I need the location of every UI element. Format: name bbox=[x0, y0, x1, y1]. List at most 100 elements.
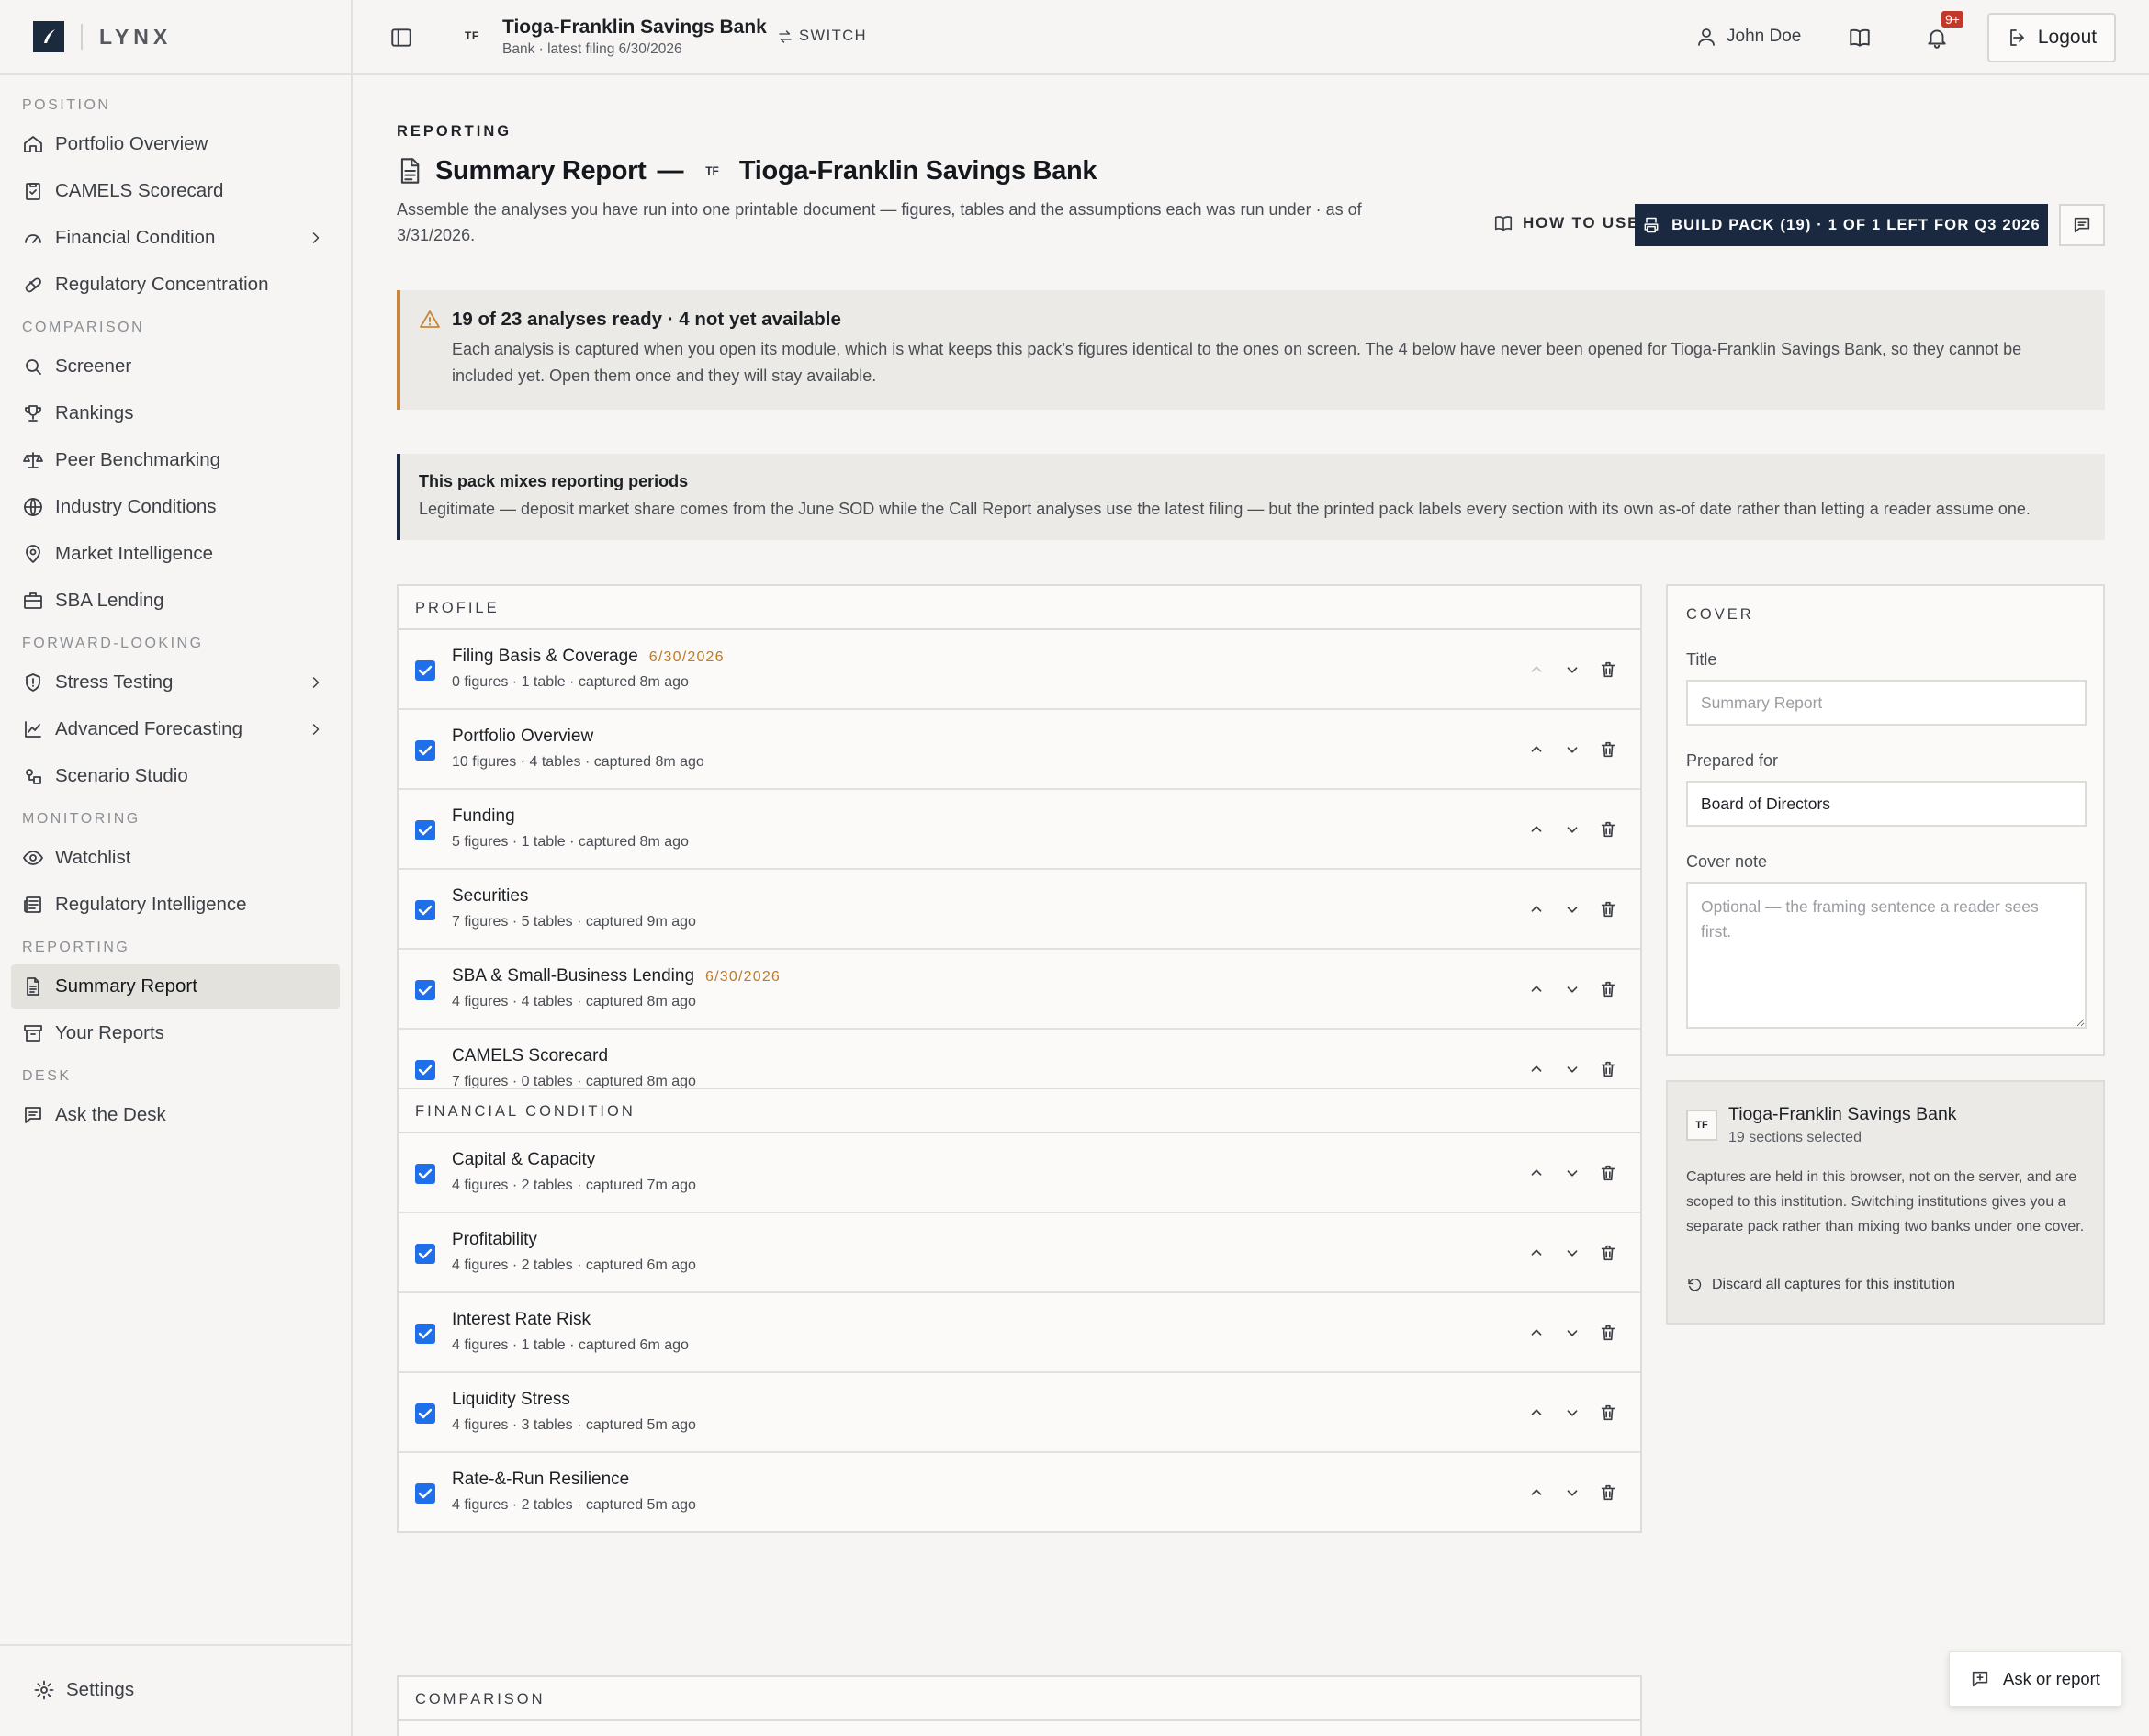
build-pack-button[interactable]: BUILD PACK (19) · 1 OF 1 LEFT FOR Q3 202… bbox=[1635, 204, 2048, 246]
bell-icon[interactable] bbox=[1925, 26, 1949, 50]
move-down-icon[interactable] bbox=[1562, 1163, 1582, 1183]
include-checkbox[interactable] bbox=[415, 820, 435, 840]
sidebar-item-screener[interactable]: Screener bbox=[11, 344, 340, 389]
trash-icon[interactable] bbox=[1598, 1403, 1618, 1423]
move-down-icon[interactable] bbox=[1562, 1403, 1582, 1423]
include-checkbox[interactable] bbox=[415, 740, 435, 761]
sidebar-item-rankings[interactable]: Rankings bbox=[11, 391, 340, 435]
move-down-icon[interactable] bbox=[1562, 1482, 1582, 1503]
move-up-icon[interactable] bbox=[1526, 899, 1547, 919]
eye-icon bbox=[23, 851, 43, 865]
move-up-icon[interactable] bbox=[1526, 1403, 1547, 1423]
institution-badge: TF bbox=[1686, 1110, 1717, 1141]
analysis-detail: 4 figures · 2 tables · captured 6m ago bbox=[452, 1257, 696, 1273]
discard-captures-button[interactable]: Discard all captures for this institutio… bbox=[1686, 1277, 1955, 1293]
sidebar-item-financial-condition[interactable]: Financial Condition bbox=[11, 216, 340, 260]
briefcase-icon bbox=[24, 592, 42, 609]
include-checkbox[interactable] bbox=[415, 1483, 435, 1504]
sidebar-item-summary-report[interactable]: Summary Report bbox=[11, 964, 340, 1009]
trophy-icon bbox=[25, 405, 41, 422]
sidebar-toggle-icon[interactable] bbox=[389, 26, 413, 50]
sidebar-item-advanced-forecasting[interactable]: Advanced Forecasting bbox=[11, 707, 340, 751]
switch-institution-button[interactable]: SWITCH bbox=[777, 28, 867, 45]
move-up-icon[interactable] bbox=[1526, 1059, 1547, 1079]
move-up-icon[interactable] bbox=[1526, 1482, 1547, 1503]
sidebar-item-your-reports[interactable]: Your Reports bbox=[11, 1011, 340, 1055]
move-down-icon[interactable] bbox=[1562, 899, 1582, 919]
sidebar-item-industry-conditions[interactable]: Industry Conditions bbox=[11, 485, 340, 529]
include-checkbox[interactable] bbox=[415, 1060, 435, 1080]
book-icon[interactable] bbox=[1848, 26, 1872, 50]
prepared-for-input[interactable] bbox=[1686, 781, 2087, 827]
move-down-icon[interactable] bbox=[1562, 1323, 1582, 1343]
page-description: Assemble the analyses you have run into … bbox=[397, 200, 1362, 244]
move-down-icon[interactable] bbox=[1562, 1243, 1582, 1263]
trash-icon[interactable] bbox=[1598, 979, 1618, 999]
include-checkbox[interactable] bbox=[415, 1403, 435, 1424]
include-checkbox[interactable] bbox=[415, 1164, 435, 1184]
sidebar-item-sba-lending[interactable]: SBA Lending bbox=[11, 579, 340, 623]
include-checkbox[interactable] bbox=[415, 660, 435, 681]
analysis-detail: 0 figures · 1 table · captured 8m ago bbox=[452, 674, 689, 690]
nav-section-heading: POSITION bbox=[22, 97, 111, 113]
move-down-icon[interactable] bbox=[1562, 739, 1582, 760]
check-icon bbox=[418, 745, 433, 756]
message-plus-icon bbox=[1972, 1671, 1988, 1687]
logout-button[interactable]: Logout bbox=[1987, 13, 2116, 62]
home-icon bbox=[24, 136, 42, 152]
sidebar-item-regulatory-concentration[interactable]: Regulatory Concentration bbox=[11, 263, 340, 307]
move-up-icon[interactable] bbox=[1526, 819, 1547, 840]
analysis-name-line: Interest Rate Risk bbox=[452, 1310, 591, 1330]
move-up-icon[interactable] bbox=[1526, 1323, 1547, 1343]
sidebar-item-peer-benchmarking[interactable]: Peer Benchmarking bbox=[11, 438, 340, 482]
document-icon bbox=[400, 158, 420, 184]
move-down-icon[interactable] bbox=[1562, 819, 1582, 840]
chevron-right-icon bbox=[312, 724, 320, 735]
institution-badge: TF bbox=[465, 29, 479, 42]
sidebar-item-camels-scorecard[interactable]: CAMELS Scorecard bbox=[11, 169, 340, 213]
sidebar-item-stress-testing[interactable]: Stress Testing bbox=[11, 660, 340, 705]
move-up-icon[interactable] bbox=[1526, 739, 1547, 760]
trash-icon[interactable] bbox=[1598, 1323, 1618, 1343]
settings-link[interactable]: Settings bbox=[33, 1679, 134, 1701]
sidebar-item-scenario-studio[interactable]: Scenario Studio bbox=[11, 754, 340, 798]
trash-icon[interactable] bbox=[1598, 659, 1618, 680]
sidebar-item-regulatory-intelligence[interactable]: Regulatory Intelligence bbox=[11, 883, 340, 927]
trash-icon[interactable] bbox=[1598, 739, 1618, 760]
sidebar-item-market-intelligence[interactable]: Market Intelligence bbox=[11, 532, 340, 576]
warning-body: Each analysis is captured when you open … bbox=[452, 340, 2022, 385]
include-checkbox[interactable] bbox=[415, 980, 435, 1000]
analysis-name: Portfolio Overview bbox=[452, 727, 594, 746]
move-down-icon[interactable] bbox=[1562, 659, 1582, 680]
cover-note-textarea[interactable] bbox=[1686, 882, 2087, 1029]
cover-title-input[interactable] bbox=[1686, 680, 2087, 726]
trash-icon[interactable] bbox=[1598, 899, 1618, 919]
trash-icon[interactable] bbox=[1598, 1482, 1618, 1503]
sidebar-item-watchlist[interactable]: Watchlist bbox=[11, 836, 340, 880]
include-checkbox[interactable] bbox=[415, 1324, 435, 1344]
cover-note-label: Cover note bbox=[1686, 852, 1768, 871]
move-down-icon[interactable] bbox=[1562, 979, 1582, 999]
trash-icon[interactable] bbox=[1598, 819, 1618, 840]
analysis-name: Profitability bbox=[452, 1230, 537, 1249]
user-menu[interactable]: John Doe bbox=[1695, 26, 1801, 48]
sidebar-item-label: Advanced Forecasting bbox=[55, 718, 242, 739]
sidebar-item-portfolio-overview[interactable]: Portfolio Overview bbox=[11, 122, 340, 166]
move-up-icon[interactable] bbox=[1526, 979, 1547, 999]
search-icon bbox=[26, 359, 41, 375]
ask-or-report-button[interactable]: Ask or report bbox=[1949, 1651, 2121, 1707]
move-up-icon[interactable] bbox=[1526, 1163, 1547, 1183]
analysis-row: SBA & Small-Business Lending 6/30/2026 4 … bbox=[399, 950, 1640, 1030]
include-checkbox[interactable] bbox=[415, 1244, 435, 1264]
comment-button[interactable] bbox=[2059, 204, 2105, 246]
move-down-icon[interactable] bbox=[1562, 1059, 1582, 1079]
brand[interactable]: LYNX bbox=[0, 0, 351, 75]
include-checkbox[interactable] bbox=[415, 900, 435, 920]
move-up-icon[interactable] bbox=[1526, 1243, 1547, 1263]
trash-icon[interactable] bbox=[1598, 1163, 1618, 1183]
trash-icon[interactable] bbox=[1598, 1243, 1618, 1263]
sidebar-item-ask-the-desk[interactable]: Ask the Desk bbox=[11, 1093, 340, 1137]
analysis-name: Securities bbox=[452, 886, 529, 906]
trash-icon[interactable] bbox=[1598, 1059, 1618, 1079]
how-to-use-button[interactable]: HOW TO USE bbox=[1493, 213, 1639, 233]
